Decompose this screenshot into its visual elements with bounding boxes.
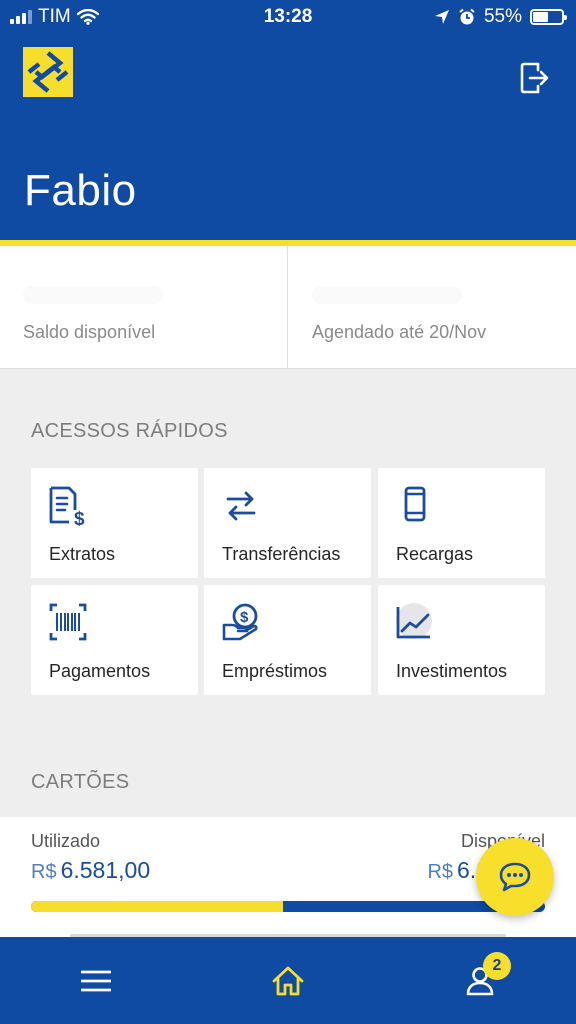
quick-access-investimentos[interactable]: Investimentos (378, 585, 545, 695)
credit-usage-fill (31, 901, 283, 912)
scheduled-balance-label: Agendado até 20/Nov (312, 322, 487, 342)
chat-button[interactable] (476, 838, 554, 916)
alarm-icon (459, 8, 475, 25)
home-button[interactable] (268, 961, 308, 1001)
svg-text:$: $ (240, 609, 249, 626)
tile-label: Investimentos (396, 661, 508, 681)
quick-access-transferencias[interactable]: Transferências (204, 468, 371, 578)
credit-usage-bar (31, 901, 545, 912)
location-arrow-icon (434, 10, 449, 24)
quick-access-pagamentos[interactable]: Pagamentos (31, 585, 198, 695)
chat-bubble-icon (499, 862, 531, 892)
currency-symbol: R$ (31, 861, 57, 883)
tile-label: Pagamentos (49, 661, 151, 681)
home-icon (272, 966, 304, 996)
user-name: Fabio (24, 166, 137, 215)
quick-access-emprestimos[interactable]: $ Empréstimos (204, 585, 371, 695)
balance-panel: Saldo disponível Agendado até 20/Nov (0, 246, 576, 369)
hamburger-icon (81, 970, 111, 992)
tile-label: Recargas (396, 544, 474, 564)
currency-symbol: R$ (427, 861, 454, 883)
used-value: R$ 6.581,00 (31, 857, 150, 884)
tile-label: Extratos (49, 544, 116, 564)
scheduled-hidden-value[interactable] (312, 286, 462, 304)
available-balance-label: Saldo disponível (23, 322, 156, 342)
banco-do-brasil-logo[interactable] (23, 47, 73, 97)
barcode-icon (49, 603, 87, 641)
statement-icon: $ (49, 486, 85, 526)
tile-label: Transferências (222, 544, 341, 564)
app-header: TIM 13:28 55% Fabio (0, 0, 576, 240)
menu-button[interactable] (76, 961, 116, 1001)
balance-hidden-value[interactable] (23, 286, 163, 304)
battery-percent: 55% (483, 6, 522, 27)
balance-divider (287, 246, 288, 369)
logout-icon[interactable] (518, 60, 550, 96)
bottom-nav (0, 937, 576, 1024)
chart-icon (396, 603, 432, 639)
transfer-icon (226, 491, 256, 521)
tile-label: Empréstimos (222, 661, 328, 681)
loan-icon: $ (222, 603, 258, 641)
quick-access-recargas[interactable]: Recargas (378, 468, 545, 578)
cards-title: CARTÕES (31, 771, 130, 793)
notification-badge: 2 (483, 952, 511, 980)
used-amount: 6.581,00 (60, 857, 151, 883)
phone-icon (404, 486, 426, 522)
quick-access-extratos[interactable]: $ Extratos (31, 468, 198, 578)
status-bar: TIM 13:28 55% (0, 0, 576, 34)
svg-text:$: $ (74, 509, 85, 526)
quick-access-title: ACESSOS RÁPIDOS (31, 420, 228, 442)
battery-icon (530, 9, 567, 25)
used-label: Utilizado (31, 831, 101, 851)
